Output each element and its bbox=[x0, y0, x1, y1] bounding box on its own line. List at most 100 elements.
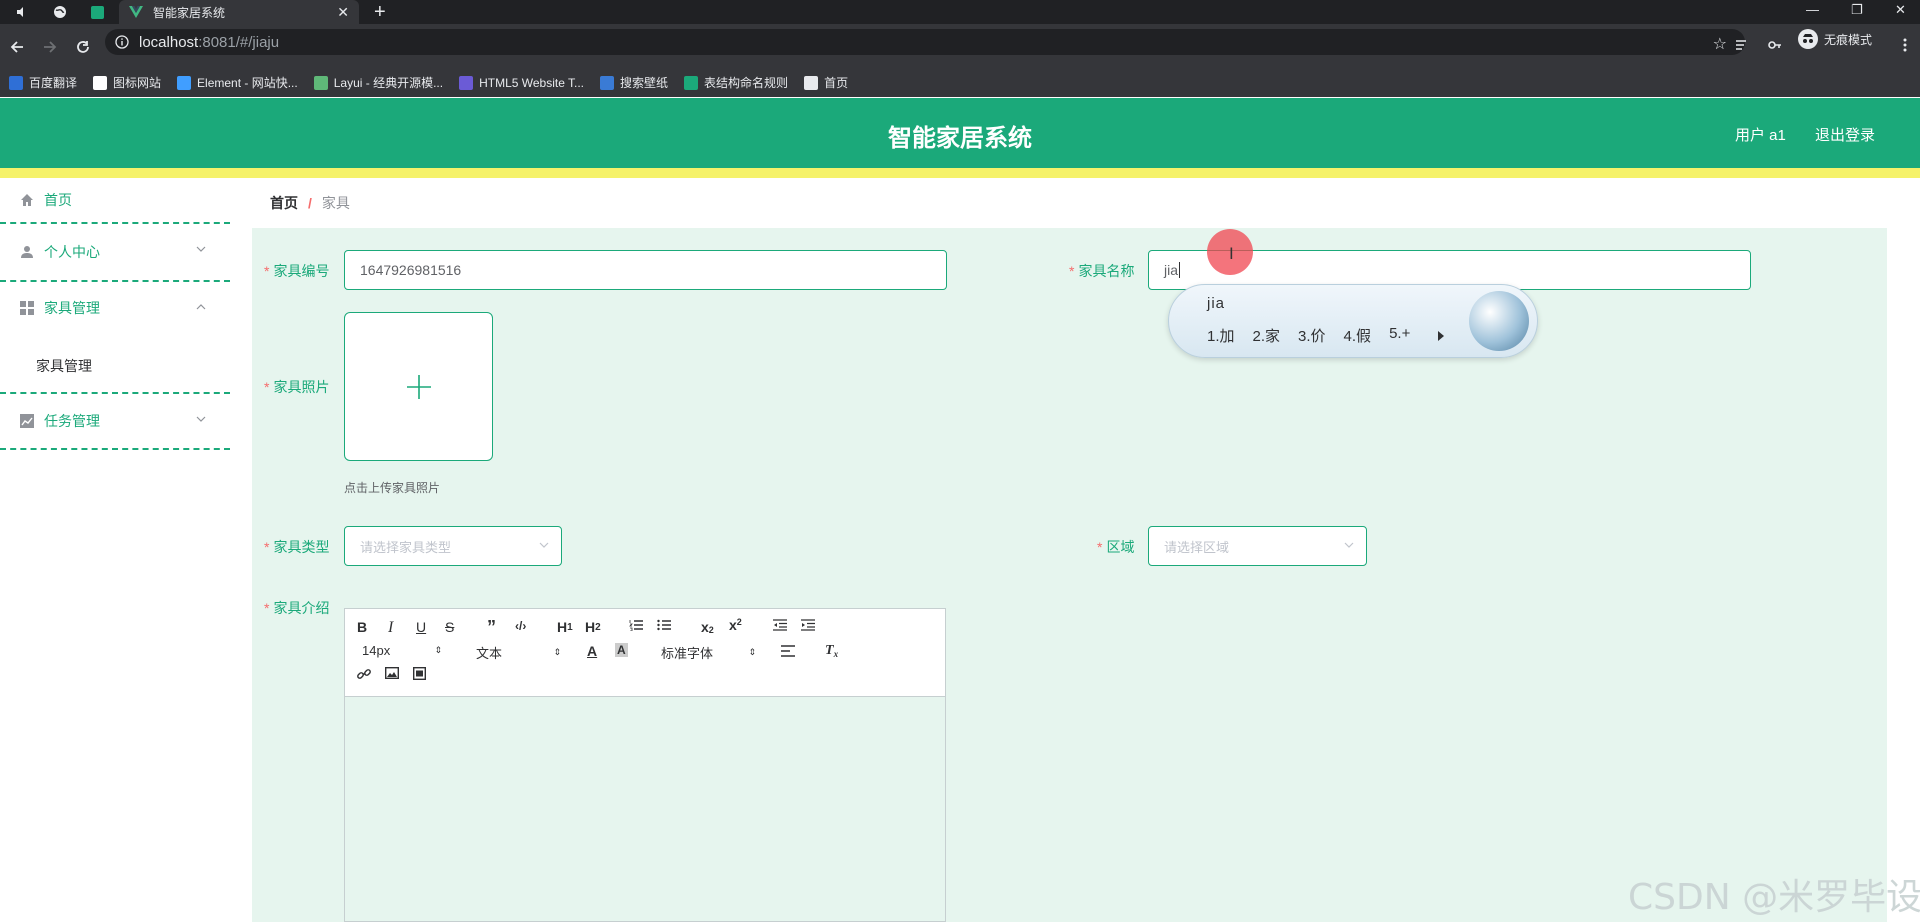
logout-button[interactable]: 退出登录 bbox=[1815, 124, 1875, 145]
tab-active[interactable]: 智能家居系统 ✕ bbox=[119, 0, 359, 24]
bookmark-label: 表结构命名规则 bbox=[704, 76, 789, 90]
bookmark-item[interactable]: Layui - 经典开源模... bbox=[313, 74, 444, 91]
sidebar-item-profile[interactable]: 个人中心 bbox=[0, 224, 230, 282]
incognito-indicator[interactable]: 无痕模式 bbox=[1798, 29, 1872, 49]
rich-text-editor[interactable]: B I U S ” ‹/› H1 H2 x2 x2 14px ⇕ 文本 ⇕ A A … bbox=[344, 608, 946, 922]
sidebar-group-furniture: 家具管理 家具管理 bbox=[0, 282, 230, 394]
ime-candidate[interactable]: 4.假 bbox=[1344, 325, 1372, 346]
sidebar-item-tasks[interactable]: 任务管理 bbox=[0, 394, 230, 450]
chevron-down-icon bbox=[539, 542, 549, 548]
image-icon[interactable] bbox=[385, 667, 399, 679]
sidebar-subitem-furniture-management[interactable]: 家具管理 bbox=[36, 356, 92, 376]
close-window-icon[interactable]: ✕ bbox=[1895, 2, 1906, 18]
underline-icon[interactable]: U bbox=[416, 619, 426, 635]
browser-tab-strip: 智能家居系统 ✕ + — ❐ ✕ bbox=[0, 0, 1920, 24]
bookmark-item[interactable]: 图标网站 bbox=[93, 74, 161, 91]
bold-icon[interactable]: B bbox=[357, 619, 367, 635]
bookmark-item[interactable]: 百度翻译 bbox=[9, 74, 77, 91]
bookmark-label: Layui - 经典开源模... bbox=[333, 76, 444, 90]
indent-icon[interactable] bbox=[801, 619, 815, 631]
breadcrumb: 首页 / 家具 bbox=[252, 178, 1887, 228]
bookmark-item[interactable]: 搜索壁纸 bbox=[600, 74, 668, 91]
ime-next-page-icon[interactable] bbox=[1437, 331, 1445, 341]
font-size-select[interactable]: 14px ⇕ bbox=[362, 643, 442, 658]
globe-icon[interactable] bbox=[51, 3, 69, 21]
sidebar-item-furniture[interactable]: 家具管理 bbox=[20, 298, 100, 318]
table-icon bbox=[684, 75, 699, 90]
outdent-icon[interactable] bbox=[773, 619, 787, 631]
align-icon[interactable] bbox=[781, 645, 795, 657]
header-select[interactable]: 文本 ⇕ bbox=[476, 643, 561, 662]
plus-icon bbox=[406, 374, 432, 400]
ordered-list-icon[interactable] bbox=[629, 619, 643, 631]
blockquote-icon[interactable]: ” bbox=[487, 617, 496, 638]
clear-format-icon[interactable]: Tx bbox=[825, 643, 838, 659]
photo-upload-button[interactable] bbox=[344, 312, 493, 461]
bullet-list-icon[interactable] bbox=[657, 619, 671, 631]
link-icon[interactable] bbox=[357, 667, 371, 681]
chart-icon bbox=[20, 414, 34, 428]
html5-icon bbox=[459, 75, 474, 90]
bookmark-item[interactable]: 首页 bbox=[804, 74, 848, 91]
ime-composition: jia bbox=[1207, 295, 1226, 312]
ime-candidate[interactable]: 5.+ bbox=[1389, 325, 1410, 346]
code-label: * 家具编号 bbox=[264, 263, 330, 279]
restore-icon[interactable]: ❐ bbox=[1851, 2, 1863, 18]
font-color-icon[interactable]: A bbox=[587, 643, 597, 659]
ime-candidate-popup: jia 1.加 2.家 3.价 4.假 5.+ bbox=[1168, 284, 1538, 358]
font-family-select[interactable]: 标准字体 ⇕ bbox=[661, 643, 756, 662]
italic-icon[interactable]: I bbox=[388, 619, 393, 637]
scrollbar[interactable] bbox=[1887, 178, 1920, 922]
back-arrow-icon[interactable] bbox=[8, 38, 26, 56]
reload-icon[interactable] bbox=[74, 38, 92, 56]
reading-list-icon[interactable] bbox=[1733, 36, 1751, 54]
header1-icon[interactable]: H1 bbox=[557, 619, 573, 635]
translate-icon bbox=[9, 75, 23, 90]
bookmark-label: 首页 bbox=[824, 76, 849, 90]
star-icon[interactable]: ☆ bbox=[1713, 34, 1727, 54]
sidebar-item-home[interactable]: 首页 bbox=[0, 178, 230, 224]
minimize-icon[interactable]: — bbox=[1806, 2, 1819, 17]
vue-icon bbox=[129, 6, 143, 18]
menu-dots-icon[interactable] bbox=[1896, 36, 1914, 54]
breadcrumb-home[interactable]: 首页 bbox=[270, 193, 298, 213]
address-bar[interactable]: localhost:8081/#/jiaju ☆ bbox=[105, 29, 1745, 55]
incognito-icon bbox=[1798, 29, 1818, 49]
area-select[interactable]: 请选择区域 bbox=[1148, 526, 1367, 566]
type-select[interactable]: 请选择家具类型 bbox=[344, 526, 562, 566]
pinned-tab-icon[interactable] bbox=[88, 3, 106, 21]
superscript-icon[interactable]: x2 bbox=[729, 617, 742, 633]
header2-icon[interactable]: H2 bbox=[585, 619, 601, 635]
strike-icon[interactable]: S bbox=[445, 619, 454, 635]
background-color-icon[interactable]: A bbox=[615, 643, 628, 657]
ime-candidate[interactable]: 2.家 bbox=[1253, 325, 1281, 346]
user-name[interactable]: 用户 a1 bbox=[1735, 124, 1786, 145]
bookmark-item[interactable]: HTML5 Website T... bbox=[459, 75, 585, 90]
ime-skin-decoration bbox=[1469, 291, 1529, 351]
browser-toolbar: localhost:8081/#/jiaju ☆ 无痕模式 bbox=[0, 24, 1920, 70]
photo-upload-tip: 点击上传家具照片 bbox=[344, 481, 441, 495]
text-caret bbox=[1179, 262, 1181, 278]
close-icon[interactable]: ✕ bbox=[337, 5, 349, 19]
info-icon[interactable] bbox=[115, 35, 129, 49]
intro-label: * 家具介绍 bbox=[264, 600, 330, 616]
video-icon[interactable] bbox=[413, 667, 426, 680]
code-input[interactable]: 1647926981516 bbox=[344, 250, 947, 290]
grid-icon bbox=[20, 301, 34, 315]
ime-candidate[interactable]: 1.加 bbox=[1207, 325, 1235, 346]
new-tab-button[interactable]: + bbox=[374, 1, 386, 23]
speaker-icon[interactable] bbox=[13, 3, 31, 21]
code-block-icon[interactable]: ‹/› bbox=[515, 619, 526, 633]
incognito-label: 无痕模式 bbox=[1824, 32, 1873, 47]
forward-arrow-icon[interactable] bbox=[41, 38, 59, 56]
bookmark-label: 搜索壁纸 bbox=[620, 76, 669, 90]
chevron-down-icon bbox=[196, 416, 206, 422]
bookmark-label: Element - 网站快... bbox=[197, 76, 298, 90]
subscript-icon[interactable]: x2 bbox=[701, 619, 714, 635]
key-icon[interactable] bbox=[1766, 36, 1784, 54]
bookmark-label: HTML5 Website T... bbox=[479, 75, 585, 90]
ime-candidate[interactable]: 3.价 bbox=[1298, 325, 1326, 346]
bookmark-item[interactable]: Element - 网站快... bbox=[177, 74, 298, 91]
bookmark-item[interactable]: 表结构命名规则 bbox=[684, 74, 788, 91]
bookmark-label: 图标网站 bbox=[113, 76, 162, 90]
